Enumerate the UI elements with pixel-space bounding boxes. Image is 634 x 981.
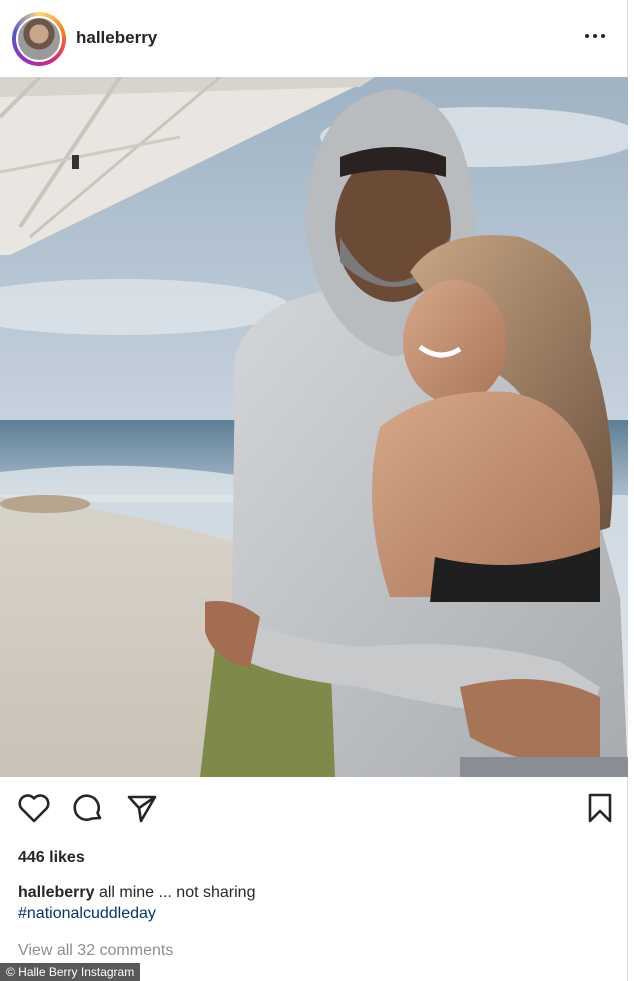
likes-count[interactable]: 446 likes (18, 849, 85, 867)
more-options-icon[interactable] (585, 30, 609, 42)
post-header: halleberry (0, 0, 628, 76)
hashtag-link[interactable]: #nationalcuddleday (18, 905, 156, 923)
share-icon[interactable] (124, 790, 160, 826)
photo-credit: © Halle Berry Instagram (0, 963, 141, 981)
avatar[interactable] (16, 16, 62, 62)
caption: halleberry all mine ... not sharing (18, 882, 255, 904)
caption-text: all mine ... not sharing (98, 884, 256, 901)
post-actions (0, 790, 628, 830)
story-ring[interactable] (12, 12, 66, 66)
post-photo[interactable] (0, 77, 628, 777)
instagram-post: halleberry 446 likes halleberry all mine… (0, 0, 628, 981)
caption-username[interactable]: halleberry (18, 884, 94, 901)
comment-icon[interactable] (70, 790, 106, 826)
heart-icon[interactable] (16, 790, 52, 826)
bookmark-icon[interactable] (582, 790, 618, 826)
view-comments-link[interactable]: View all 32 comments (18, 942, 173, 960)
username[interactable]: halleberry (76, 28, 157, 48)
